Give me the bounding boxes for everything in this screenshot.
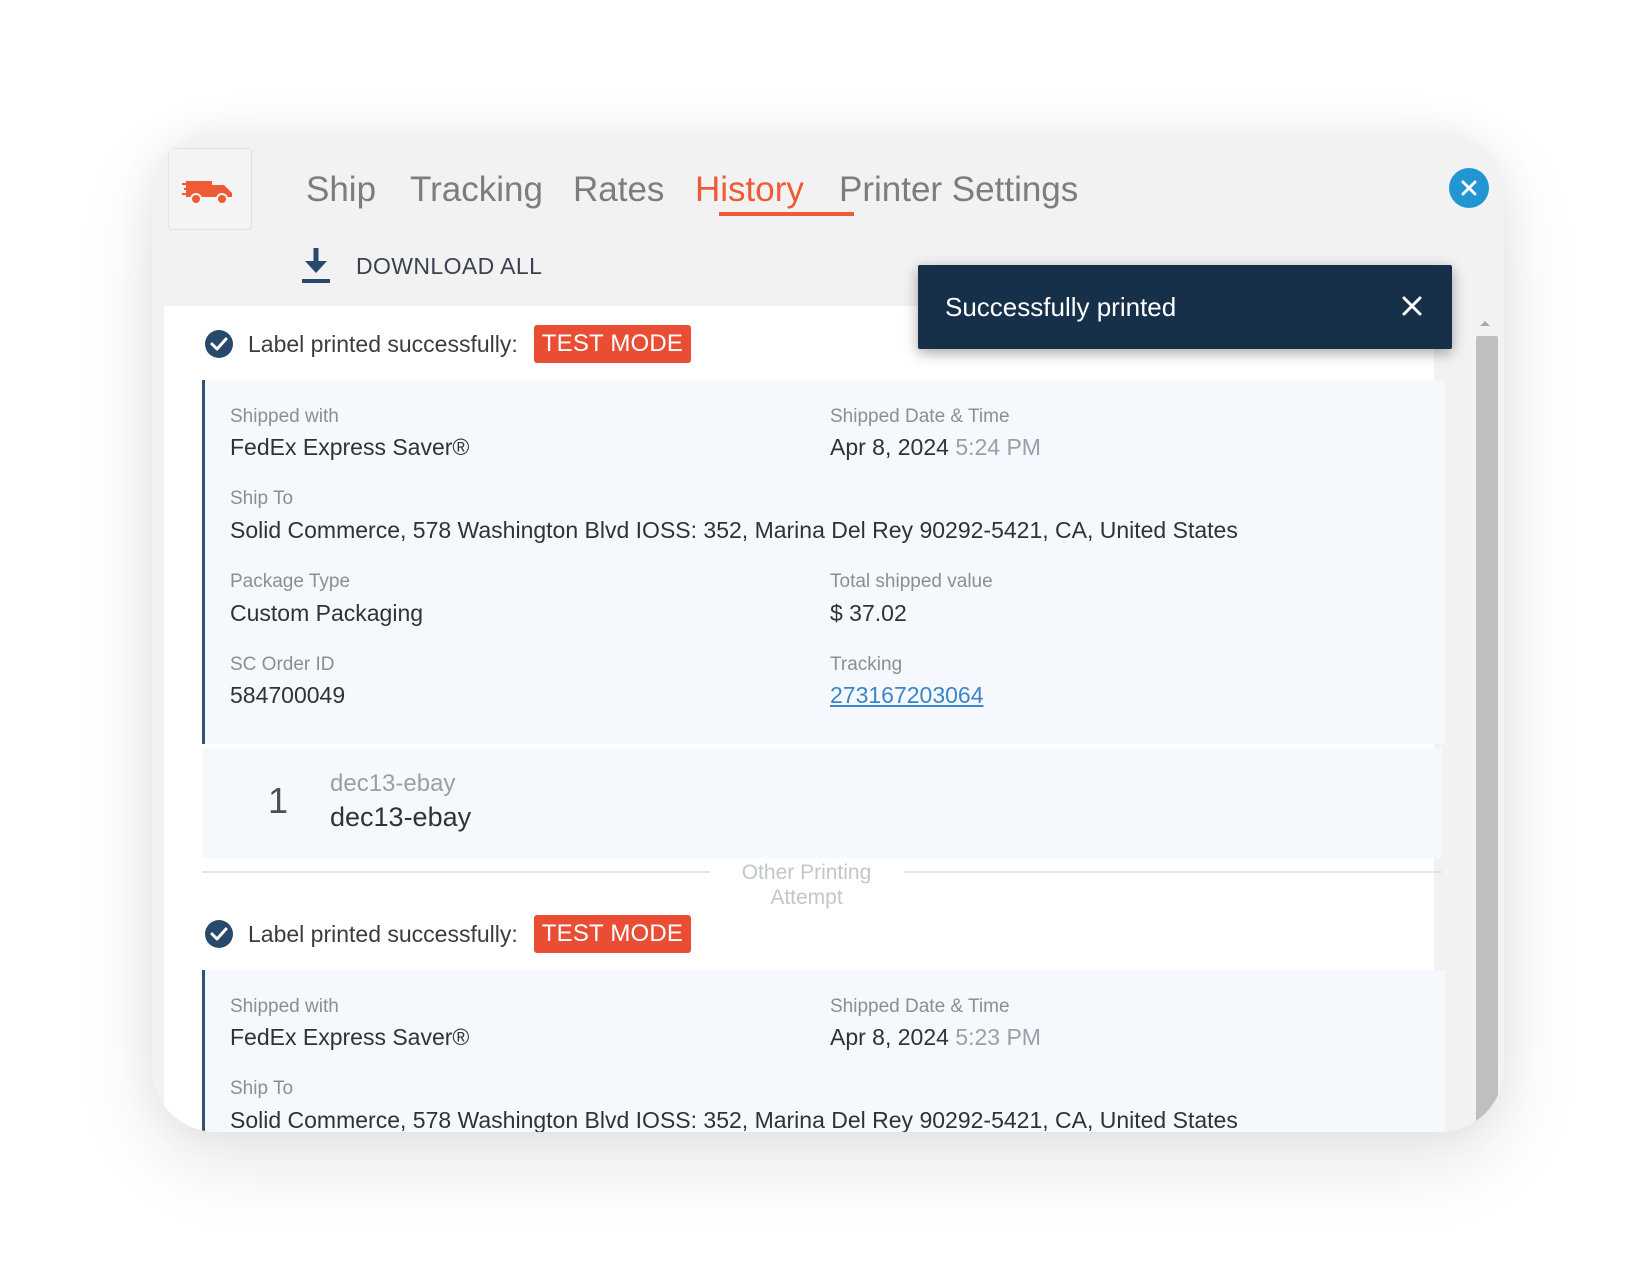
tracking-number-link[interactable]: 273167203064 (830, 682, 984, 709)
shipped-with-value: FedEx Express Saver® (230, 434, 470, 460)
ship-to-value: Solid Commerce, 578 Washington Blvd IOSS… (230, 1107, 1238, 1132)
shipped-date-value: Apr 8, 2024 5:24 PM (830, 434, 1041, 461)
truck-logo-icon (182, 181, 232, 205)
chevron-up-icon (1480, 321, 1490, 326)
record-status: Label printed successfully: TEST MODE (204, 914, 692, 954)
status-text: Label printed successfully: (248, 330, 518, 357)
order-id-label: SC Order ID (230, 654, 335, 675)
tab-rates[interactable]: Rates (573, 170, 664, 210)
toast-message: Successfully printed (945, 292, 1177, 322)
tracking-label: Tracking (830, 654, 903, 675)
divider-right (904, 871, 1442, 873)
ship-to-label: Ship To (230, 1078, 294, 1099)
shipped-with-label: Shipped with (230, 996, 339, 1017)
item-title: dec13-ebay (330, 802, 472, 832)
test-mode-badge: TEST MODE (533, 915, 692, 953)
shipment-details-card: Shipped with FedEx Express Saver® Shippe… (202, 970, 1445, 1132)
check-circle-icon (205, 920, 233, 948)
toast-close-button[interactable] (1400, 294, 1424, 323)
download-icon (302, 248, 330, 283)
app-logo (168, 148, 252, 230)
tab-printer-settings[interactable]: Printer Settings (839, 170, 1078, 210)
package-type-value: Custom Packaging (230, 600, 424, 626)
ship-to-label: Ship To (230, 488, 294, 509)
ship-to-value: Solid Commerce, 578 Washington Blvd IOSS… (230, 517, 1238, 543)
test-mode-badge: TEST MODE (533, 325, 692, 363)
download-all-label: DOWNLOAD ALL (356, 252, 543, 279)
shipment-item: 1 dec13-ebay dec13-ebay (202, 748, 1442, 858)
divider-left (202, 871, 710, 873)
close-icon (1402, 296, 1422, 316)
download-all-button[interactable]: DOWNLOAD ALL (300, 244, 542, 288)
total-value-label: Total shipped value (830, 571, 993, 592)
total-value: $ 37.02 (830, 600, 907, 626)
tab-history[interactable]: History (695, 170, 804, 210)
shipped-with-value: FedEx Express Saver® (230, 1024, 470, 1050)
scroll-up-button[interactable] (1479, 314, 1491, 332)
check-circle-icon (205, 330, 233, 358)
active-tab-indicator (719, 212, 854, 216)
tab-ship[interactable]: Ship (306, 170, 376, 210)
shipped-date: Apr 8, 2024 (830, 1024, 949, 1050)
close-window-button[interactable] (1449, 168, 1489, 208)
shipment-details-card: Shipped with FedEx Express Saver® Shippe… (202, 380, 1445, 744)
shipped-time: 5:24 PM (955, 434, 1041, 460)
record-status: Label printed successfully: TEST MODE (204, 324, 692, 364)
item-sku: dec13-ebay (330, 770, 456, 797)
shipped-date-label: Shipped Date & Time (830, 406, 1010, 427)
item-quantity: 1 (268, 780, 289, 821)
success-toast: Successfully printed (918, 265, 1452, 349)
close-icon (1461, 180, 1477, 196)
divider-line2: Attempt (770, 886, 843, 909)
scrollbar-thumb[interactable] (1476, 336, 1498, 1132)
top-navigation: Ship Tracking Rates History Printer Sett… (152, 132, 1504, 230)
order-id-value: 584700049 (230, 682, 346, 708)
shipped-date-label: Shipped Date & Time (830, 996, 1010, 1017)
shipped-date-value: Apr 8, 2024 5:23 PM (830, 1024, 1041, 1051)
history-list: Label printed successfully: TEST MODE Sh… (164, 306, 1445, 1132)
divider-line1: Other Printing (741, 861, 872, 884)
package-type-label: Package Type (230, 571, 351, 592)
status-text: Label printed successfully: (248, 920, 518, 947)
shipped-time: 5:23 PM (955, 1024, 1041, 1050)
shipped-date: Apr 8, 2024 (830, 434, 949, 460)
tab-tracking[interactable]: Tracking (410, 170, 543, 210)
other-attempt-divider: Other Printing Attempt (719, 860, 894, 910)
shipped-with-label: Shipped with (230, 406, 339, 427)
